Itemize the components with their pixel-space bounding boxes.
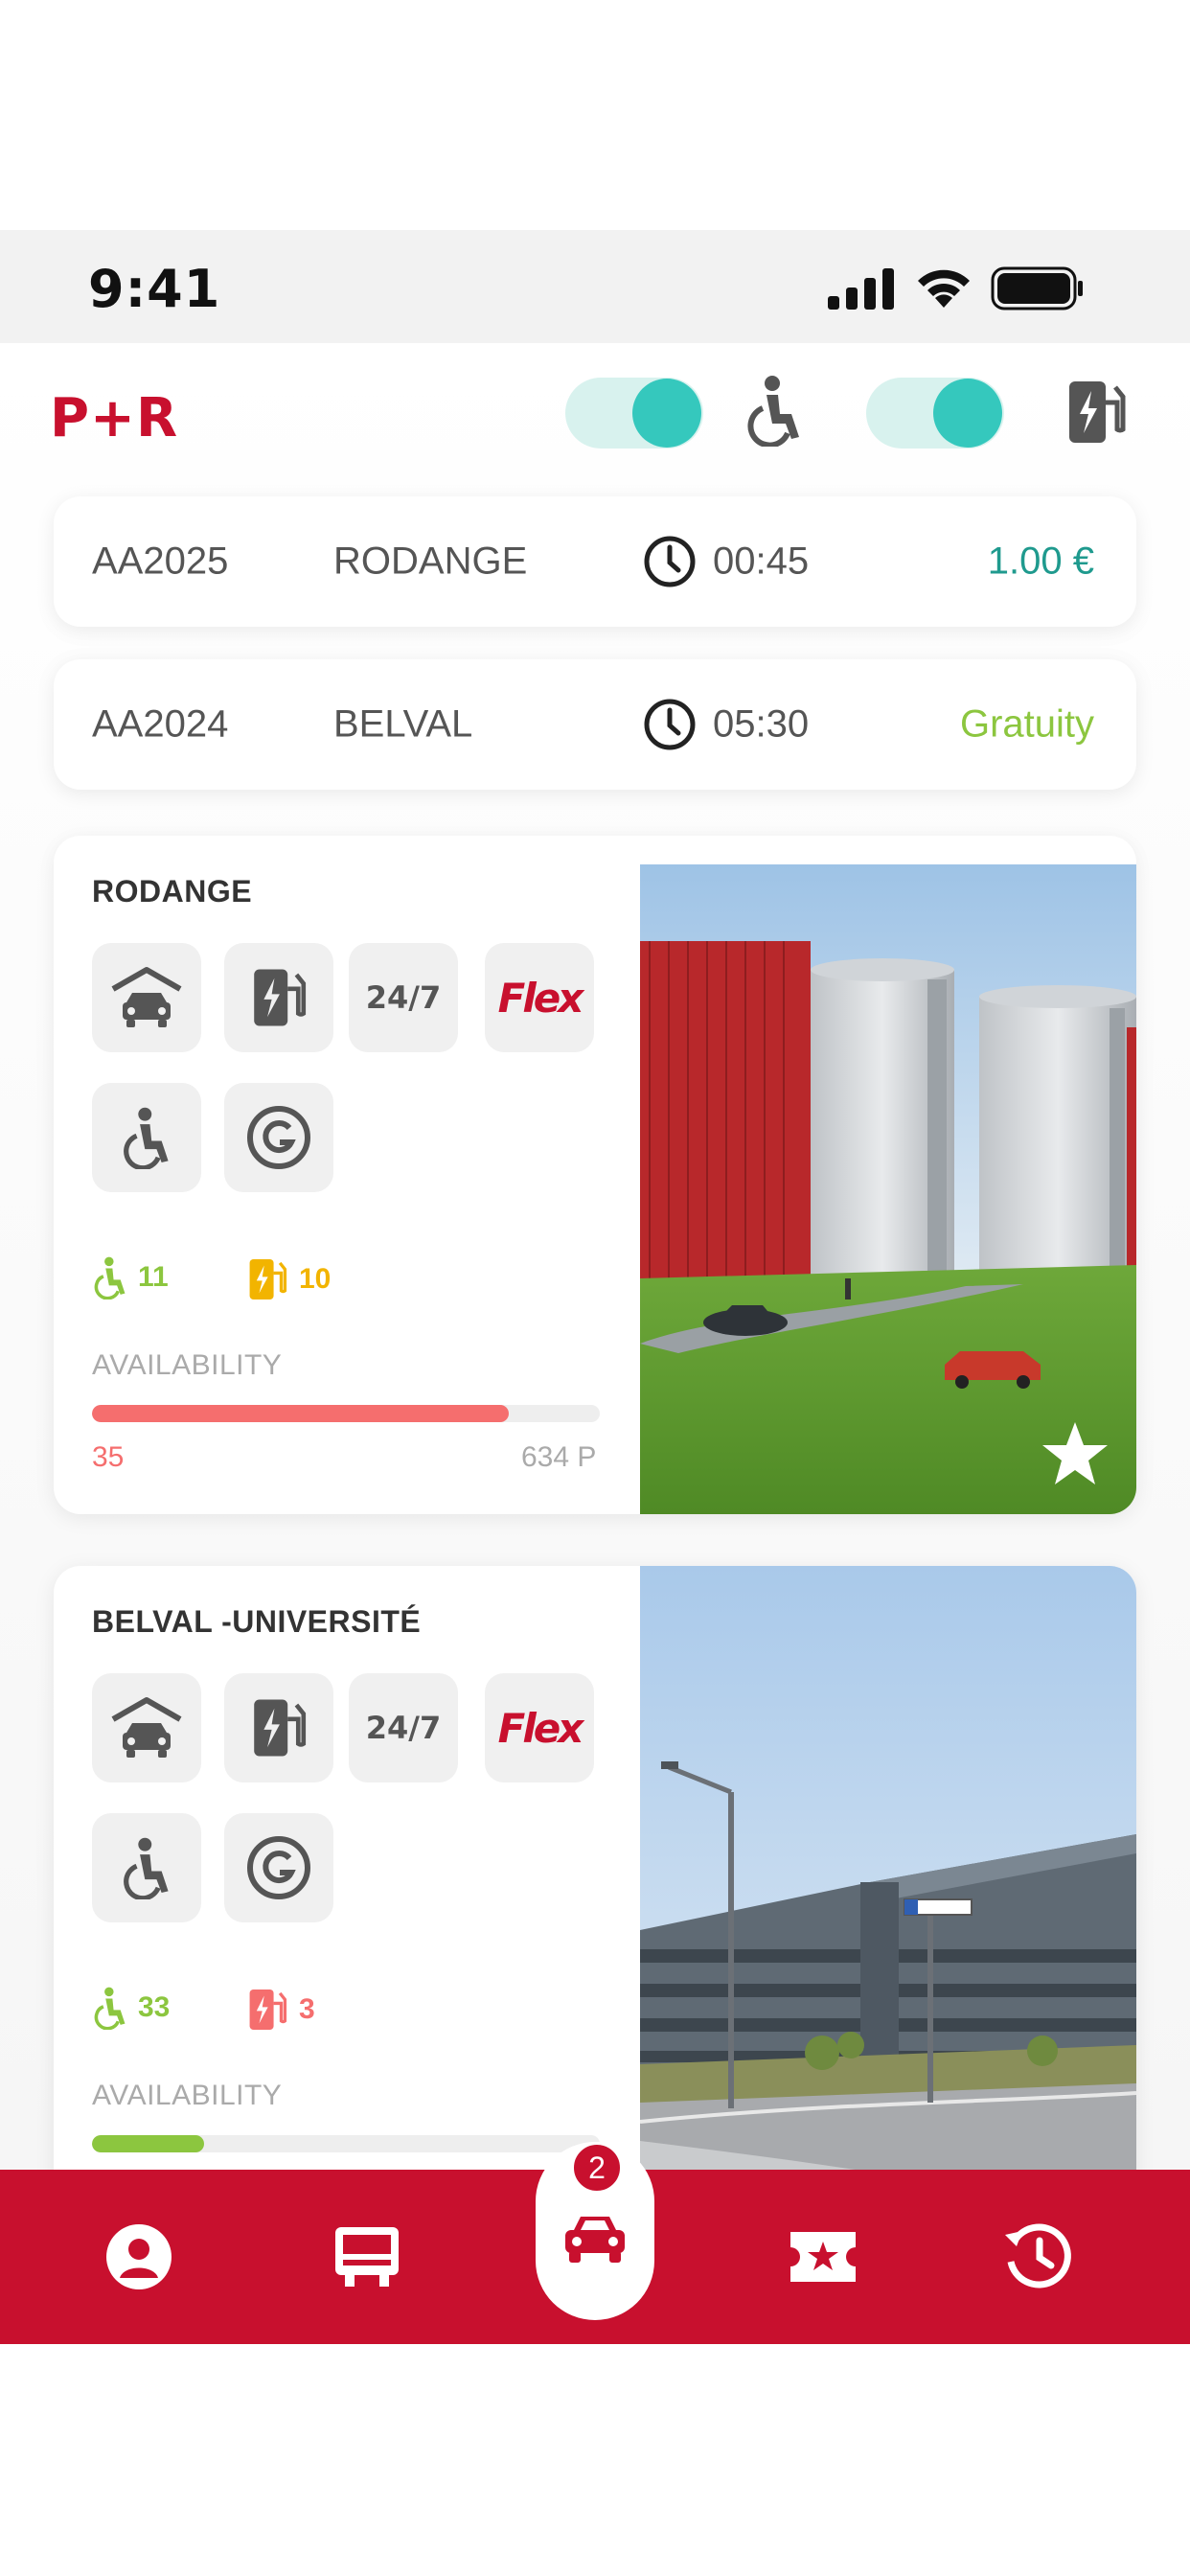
g-feature — [224, 1813, 333, 1922]
accessible-feature — [92, 1813, 201, 1922]
ticket-star-icon — [790, 2232, 856, 2282]
status-icons — [828, 266, 1085, 310]
availability-bar-fill — [92, 2135, 204, 2152]
availability-bar — [92, 1405, 600, 1422]
clock-icon — [644, 699, 696, 750]
tab-tickets[interactable] — [751, 2170, 895, 2344]
g-feature — [224, 1083, 333, 1192]
profile-icon — [106, 2224, 172, 2289]
availability-bar — [92, 2135, 600, 2152]
parking-photo — [640, 1566, 1136, 2170]
parking-card[interactable]: BELVAL -UNIVERSITÉ 24/7 Flex 33 3 AVAILA… — [54, 1566, 1136, 2170]
wheelchair-icon — [747, 376, 799, 447]
accessible-filter-toggle[interactable] — [565, 378, 703, 448]
ticket-location: RODANGE — [333, 540, 528, 583]
accessible-count-value: 33 — [138, 1991, 171, 2023]
charging-filter-toggle[interactable] — [866, 378, 1004, 448]
wheelchair-icon — [94, 1256, 126, 1300]
capacity: 634 P — [521, 1441, 597, 1473]
status-time: 9:41 — [88, 259, 221, 319]
accessible-count: 11 — [92, 1255, 169, 1300]
accessible-feature — [92, 1083, 201, 1192]
ev-charging-icon — [254, 1699, 307, 1757]
ticket-location: BELVAL — [333, 702, 473, 746]
open-hours-label: 24/7 — [365, 1710, 442, 1746]
charging-count-value: 10 — [299, 1263, 332, 1295]
availability-label: AVAILABILITY — [92, 2080, 283, 2111]
battery-icon — [991, 266, 1083, 310]
availability-bar-fill — [92, 1405, 509, 1422]
parking-garage-photo — [640, 1566, 1136, 2170]
charging-feature — [224, 943, 333, 1052]
ev-charging-icon — [254, 969, 307, 1026]
history-icon — [1005, 2223, 1071, 2288]
flex-feature: Flex — [485, 943, 594, 1052]
toggle-knob — [632, 379, 701, 448]
toggle-knob — [933, 379, 1002, 448]
parking-name: RODANGE — [92, 874, 253, 908]
g-circle-icon — [247, 1836, 310, 1899]
brand-title: P+R — [50, 387, 179, 449]
car-icon — [565, 2217, 625, 2263]
app-content: P+R AA2025 RODANGE 00:45 1.00 € AA2024 B… — [0, 343, 1190, 2170]
ticket-price: Gratuity — [959, 702, 1094, 746]
parking-photo — [640, 836, 1136, 1514]
wheelchair-icon — [124, 1837, 169, 1899]
open-hours-label: 24/7 — [365, 979, 442, 1016]
accessible-count: 33 — [92, 1986, 170, 2030]
g-circle-icon — [247, 1106, 310, 1169]
ev-charging-icon — [1069, 381, 1126, 443]
notification-badge: 2 — [571, 2142, 623, 2194]
availability-label: AVAILABILITY — [92, 1349, 283, 1381]
covered-parking-icon — [111, 1697, 182, 1758]
wheelchair-icon — [94, 1987, 126, 2030]
wheelchair-icon — [124, 1107, 169, 1169]
signal-icon — [828, 268, 894, 310]
ticket-plate: AA2025 — [92, 540, 229, 583]
ticket-price: 1.00 € — [987, 540, 1094, 583]
tab-bus[interactable] — [295, 2170, 439, 2344]
active-ticket[interactable]: AA2024 BELVAL 05:30 Gratuity — [54, 659, 1136, 790]
bus-icon — [335, 2227, 399, 2287]
ticket-duration: 00:45 — [713, 540, 810, 583]
parking-garage-photo — [640, 864, 1136, 1514]
wifi-icon — [918, 269, 970, 308]
parking-card[interactable]: RODANGE 24/7 Flex 11 10 AVAILABILITY 35 … — [54, 836, 1136, 1514]
ev-charging-icon — [249, 1989, 287, 2031]
charging-count: 3 — [245, 1986, 315, 2034]
flex-feature: Flex — [485, 1673, 594, 1782]
parking-name: BELVAL -UNIVERSITÉ — [92, 1604, 422, 1639]
tab-history[interactable] — [966, 2170, 1110, 2344]
accessible-count-value: 11 — [138, 1261, 169, 1293]
flex-logo: Flex — [497, 1704, 584, 1752]
ticket-plate: AA2024 — [92, 702, 229, 746]
bottom-blank-area — [0, 2344, 1190, 2576]
tab-profile[interactable] — [67, 2170, 211, 2344]
free-spaces: 35 — [92, 1441, 125, 1473]
covered-parking-feature — [92, 1673, 201, 1782]
flex-logo: Flex — [497, 974, 584, 1022]
charging-count: 10 — [245, 1255, 331, 1303]
ticket-duration: 05:30 — [713, 702, 810, 746]
favorite-star-icon[interactable] — [1041, 1420, 1110, 1487]
charging-feature — [224, 1673, 333, 1782]
covered-parking-feature — [92, 943, 201, 1052]
active-ticket[interactable]: AA2025 RODANGE 00:45 1.00 € — [54, 496, 1136, 627]
covered-parking-icon — [111, 967, 182, 1027]
charging-count-value: 3 — [299, 1993, 315, 2025]
top-blank-area — [0, 0, 1190, 230]
open-hours-feature: 24/7 — [349, 943, 458, 1052]
ev-charging-icon — [249, 1258, 287, 1300]
clock-icon — [644, 536, 696, 587]
open-hours-feature: 24/7 — [349, 1673, 458, 1782]
